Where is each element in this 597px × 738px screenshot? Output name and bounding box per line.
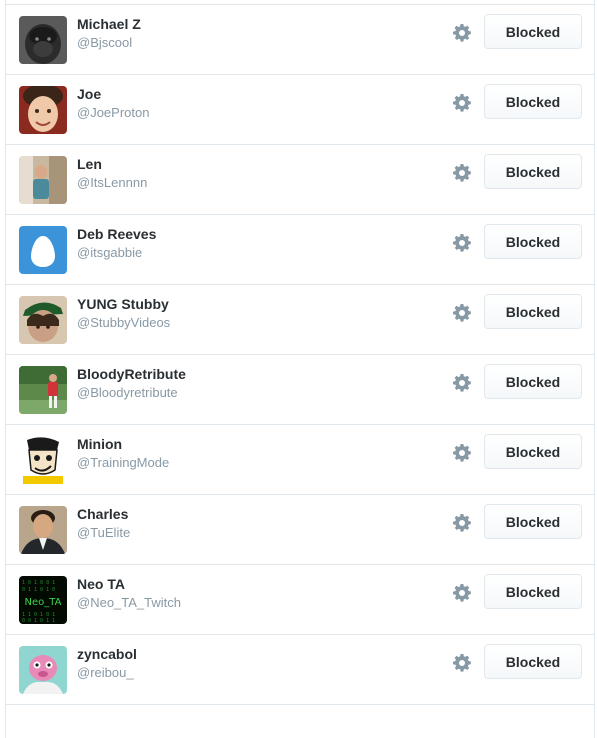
user-name[interactable]: Len [77, 156, 102, 172]
gear-icon[interactable] [452, 93, 472, 113]
avatar-face-photo[interactable] [19, 86, 67, 134]
gear-icon[interactable] [452, 513, 472, 533]
blocked-user-row-10: zyncabol @reibou_ Blocked [6, 635, 594, 705]
user-name[interactable]: BloodyRetribute [77, 366, 186, 382]
blocked-user-row-4: Deb Reeves @itsgabbie Blocked [6, 215, 594, 285]
user-name[interactable]: Neo TA [77, 576, 125, 592]
user-handle[interactable]: @TuElite [77, 525, 130, 540]
user-handle[interactable]: @itsgabbie [77, 245, 142, 260]
user-handle[interactable]: @Bloodyretribute [77, 385, 178, 400]
avatar-mirror-selfie[interactable] [19, 156, 67, 204]
svg-text:0 0 1 0 1 1: 0 0 1 0 1 1 [22, 618, 55, 624]
blocked-user-row-9: 1 0 1 0 0 1 0 1 1 0 1 0 1 1 0 1 0 1 0 0 … [6, 565, 594, 635]
blocked-user-row-3: Len @ItsLennnn Blocked [6, 145, 594, 215]
user-handle[interactable]: @ItsLennnn [77, 175, 147, 190]
avatar-gorilla[interactable] [19, 16, 67, 64]
blocked-button[interactable]: Blocked [484, 574, 582, 609]
svg-text:0 1 1 0 1 0: 0 1 1 0 1 0 [22, 587, 55, 593]
user-name[interactable]: Minion [77, 436, 122, 452]
blocked-accounts-list: Michael Z @Bjscool Blocked Joe @JoeProto… [5, 0, 595, 738]
gear-icon[interactable] [452, 163, 472, 183]
user-name[interactable]: Joe [77, 86, 101, 102]
blocked-button[interactable]: Blocked [484, 154, 582, 189]
user-handle[interactable]: @JoeProton [77, 105, 149, 120]
gear-icon[interactable] [452, 583, 472, 603]
blocked-button[interactable]: Blocked [484, 504, 582, 539]
blocked-button[interactable]: Blocked [484, 294, 582, 329]
user-name[interactable]: Michael Z [77, 16, 141, 32]
gear-icon[interactable] [452, 443, 472, 463]
blocked-button[interactable]: Blocked [484, 644, 582, 679]
gear-icon[interactable] [452, 303, 472, 323]
avatar-pink-cartoon[interactable] [19, 646, 67, 694]
blocked-user-row-2: Joe @JoeProton Blocked [6, 75, 594, 145]
gear-icon[interactable] [452, 23, 472, 43]
blocked-user-row-1: Michael Z @Bjscool Blocked [6, 5, 594, 75]
user-name[interactable]: Charles [77, 506, 128, 522]
blocked-user-row-5: YUNG Stubby @StubbyVideos Blocked [6, 285, 594, 355]
avatar-cap-selfie[interactable] [19, 296, 67, 344]
blocked-user-row-7: Minion @TrainingMode Blocked [6, 425, 594, 495]
user-handle[interactable]: @StubbyVideos [77, 315, 170, 330]
blocked-button[interactable]: Blocked [484, 434, 582, 469]
blocked-button[interactable]: Blocked [484, 84, 582, 119]
avatar-default-egg[interactable] [19, 226, 67, 274]
user-name[interactable]: Deb Reeves [77, 226, 156, 242]
blocked-button[interactable]: Blocked [484, 364, 582, 399]
user-handle[interactable]: @TrainingMode [77, 455, 169, 470]
user-name[interactable]: YUNG Stubby [77, 296, 169, 312]
blocked-user-row-6: BloodyRetribute @Bloodyretribute Blocked [6, 355, 594, 425]
avatar-caption: Neo_TA [25, 597, 62, 608]
user-handle[interactable]: @reibou_ [77, 665, 134, 680]
user-name[interactable]: zyncabol [77, 646, 137, 662]
avatar-suit-portrait[interactable] [19, 506, 67, 554]
svg-text:1 0 1 0 0 1: 1 0 1 0 0 1 [22, 580, 55, 586]
blocked-button[interactable]: Blocked [484, 14, 582, 49]
gear-icon[interactable] [452, 233, 472, 253]
user-handle[interactable]: @Neo_TA_Twitch [77, 595, 181, 610]
blocked-button[interactable]: Blocked [484, 224, 582, 259]
avatar-golfer[interactable] [19, 366, 67, 414]
gear-icon[interactable] [452, 653, 472, 673]
user-handle[interactable]: @Bjscool [77, 35, 132, 50]
avatar-matrix-text[interactable]: 1 0 1 0 0 1 0 1 1 0 1 0 1 1 0 1 0 1 0 0 … [19, 576, 67, 624]
blocked-user-row-8: Charles @TuElite Blocked [6, 495, 594, 565]
gear-icon[interactable] [452, 373, 472, 393]
avatar-cartoon-face[interactable] [19, 436, 67, 484]
